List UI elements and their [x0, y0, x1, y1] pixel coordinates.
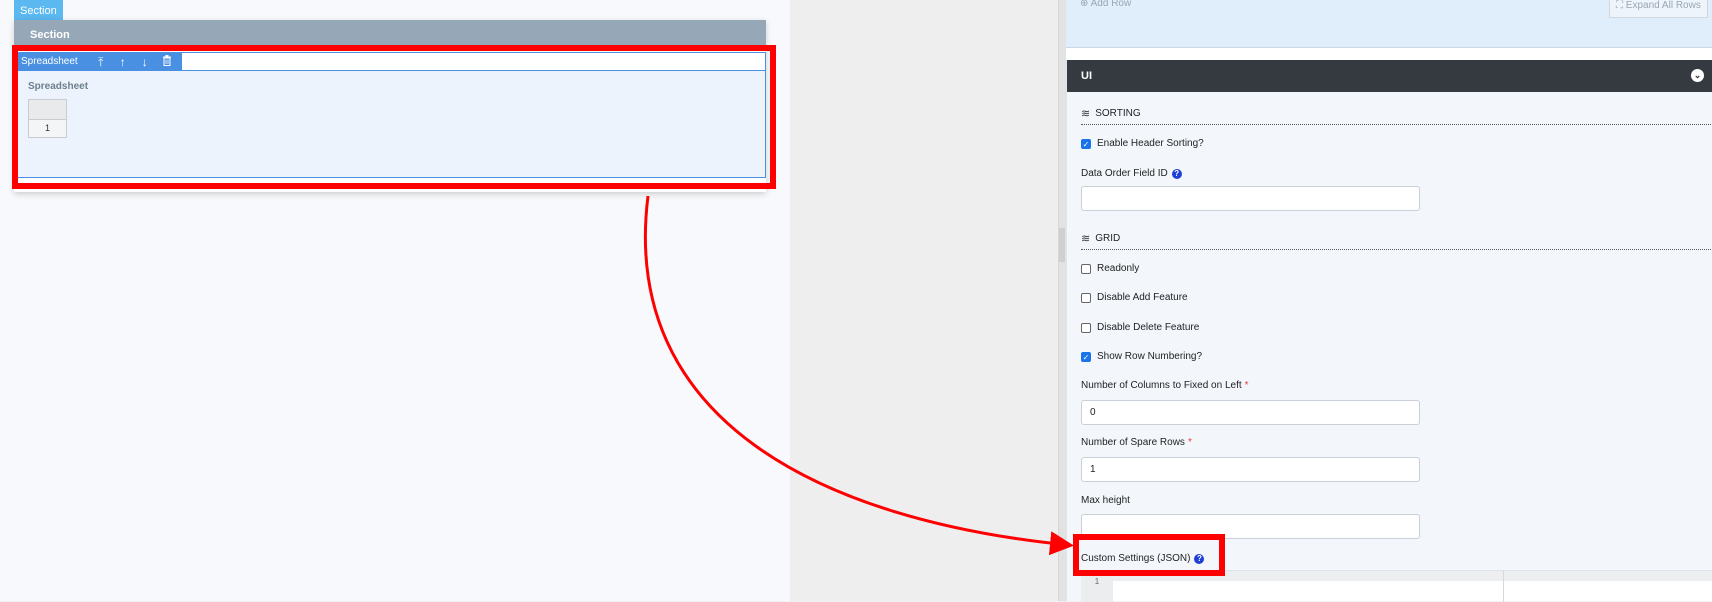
required-marker: *: [1187, 437, 1192, 448]
add-row-label: Add Row: [1090, 0, 1132, 9]
data-order-field-input[interactable]: [1081, 186, 1420, 211]
sorting-title: SORTING: [1095, 108, 1141, 119]
enable-header-sorting-row[interactable]: ✓ Enable Header Sorting?: [1081, 138, 1204, 149]
spare-rows-label-row: Number of Spare Rows *: [1081, 437, 1192, 448]
max-height-label: Max height: [1081, 495, 1130, 506]
plus-circle-icon: ⊕: [1080, 0, 1089, 9]
data-order-field-label-row: Data Order Field ID ?: [1081, 168, 1182, 179]
show-row-numbering-row[interactable]: ✓ Show Row Numbering?: [1081, 351, 1202, 362]
disable-add-label: Disable Add Feature: [1097, 292, 1188, 303]
properties-panel: ⊕ Add Row ⛶ Expand All Rows UI ⌄ ≋ SORTI…: [1066, 0, 1712, 602]
expand-all-rows-button[interactable]: ⛶ Expand All Rows: [1609, 0, 1708, 18]
disable-delete-label: Disable Delete Feature: [1097, 322, 1200, 333]
workspace-gutter: [790, 0, 1058, 601]
disable-add-checkbox[interactable]: [1081, 292, 1091, 303]
layers-icon: ≋: [1081, 233, 1091, 245]
disable-delete-checkbox[interactable]: [1081, 322, 1091, 333]
show-row-numbering-checkbox[interactable]: ✓: [1081, 351, 1091, 362]
spare-rows-input[interactable]: [1081, 457, 1420, 482]
rows-card: ⊕ Add Row ⛶ Expand All Rows: [1066, 0, 1712, 48]
fixed-columns-input[interactable]: [1081, 400, 1420, 425]
disable-delete-row[interactable]: Disable Delete Feature: [1081, 322, 1199, 333]
readonly-row[interactable]: Readonly: [1081, 263, 1139, 274]
enable-header-sorting-label: Enable Header Sorting?: [1097, 138, 1204, 149]
readonly-checkbox[interactable]: [1081, 263, 1091, 274]
fixed-columns-label: Number of Columns to Fixed on Left: [1081, 380, 1242, 391]
required-marker: *: [1244, 380, 1249, 391]
question-circle-icon[interactable]: ?: [1171, 168, 1182, 179]
ui-card-header[interactable]: UI ⌄: [1067, 60, 1712, 92]
grid-divider: [1081, 249, 1712, 250]
section-tag[interactable]: Section: [14, 0, 63, 20]
json-editor-print-margin: [1503, 571, 1504, 602]
section-header: Section: [14, 20, 766, 46]
expand-all-label: Expand All Rows: [1625, 0, 1701, 11]
sorting-group-title: ≋ SORTING: [1081, 107, 1141, 120]
spare-rows-label: Number of Spare Rows: [1081, 437, 1185, 448]
expand-icon: ⛶: [1616, 0, 1623, 11]
data-order-field-label: Data Order Field ID: [1081, 168, 1168, 179]
max-height-label-row: Max height: [1081, 495, 1130, 506]
panel-splitter[interactable]: [1058, 0, 1066, 601]
chevron-down-icon[interactable]: ⌄: [1691, 69, 1704, 82]
show-row-numbering-label: Show Row Numbering?: [1097, 351, 1203, 362]
add-row-button[interactable]: ⊕ Add Row: [1080, 0, 1132, 9]
annotation-highlight-spreadsheet: [12, 45, 776, 189]
ui-properties-card: UI ⌄ ≋ SORTING ✓ Enable Header Sorting? …: [1066, 60, 1712, 602]
splitter-handle[interactable]: [1059, 228, 1065, 262]
layers-icon: ≋: [1081, 108, 1091, 120]
enable-header-sorting-checkbox[interactable]: ✓: [1081, 138, 1091, 149]
annotation-highlight-custom-settings: [1073, 534, 1225, 576]
readonly-label: Readonly: [1097, 263, 1140, 274]
sorting-divider: [1081, 124, 1712, 125]
grid-title: GRID: [1095, 233, 1121, 244]
disable-add-row[interactable]: Disable Add Feature: [1081, 292, 1188, 303]
ui-card-title: UI: [1081, 70, 1092, 82]
fixed-columns-label-row: Number of Columns to Fixed on Left *: [1081, 380, 1249, 391]
grid-group-title: ≋ GRID: [1081, 232, 1120, 245]
